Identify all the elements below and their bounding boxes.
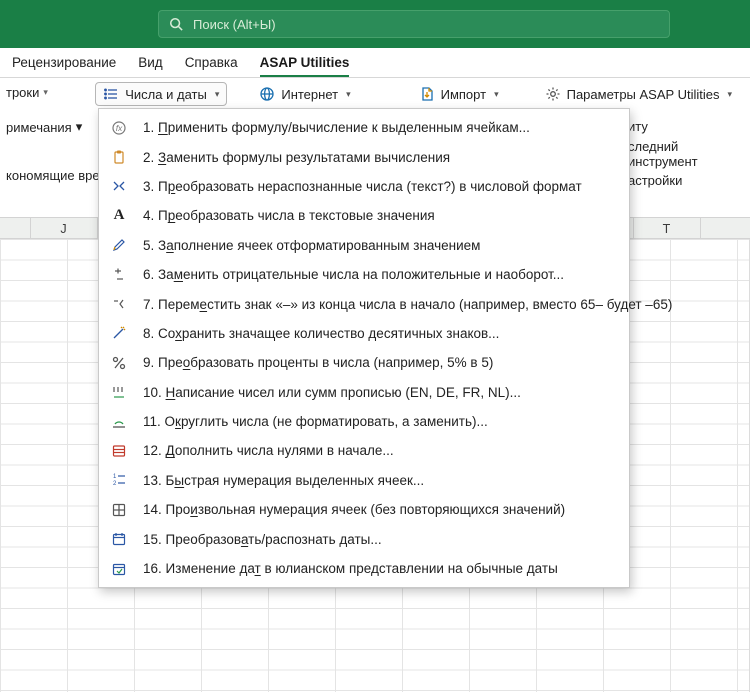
menu-item-7[interactable]: 7. Переместить знак «–» из конца числа в… (99, 289, 629, 318)
search-placeholder: Поиск (Alt+Ы) (193, 17, 276, 32)
numbers-dates-menu: fx 1. Применить формулу/вычисление к выд… (98, 108, 630, 588)
menu-item-1[interactable]: fx 1. Применить формулу/вычисление к выд… (99, 113, 629, 142)
svg-text:1: 1 (113, 474, 117, 480)
chevron-down-icon: ▾ (727, 89, 732, 100)
tab-help[interactable]: Справка (185, 55, 238, 70)
gear-icon (545, 86, 561, 102)
wand-icon (109, 323, 129, 343)
search-icon (169, 17, 183, 31)
clipboard-icon (109, 147, 129, 167)
menu-item-6[interactable]: 6. Заменить отрицательные числа на полож… (99, 260, 629, 289)
chevron-down-icon: ▾ (76, 119, 83, 135)
tab-review[interactable]: Рецензирование (12, 55, 116, 70)
import-button[interactable]: Импорт ▾ (411, 82, 507, 106)
svg-text:2: 2 (113, 481, 117, 487)
settings-label: астройки (628, 166, 682, 194)
menu-item-12[interactable]: 12. Дополнить числа нулями в начале... (99, 436, 629, 465)
menu-item-10[interactable]: 10. Написание чисел или сумм прописью (E… (99, 378, 629, 407)
col-j[interactable]: J (31, 218, 98, 238)
rows-button[interactable]: троки▾ (0, 78, 98, 106)
menu-item-5[interactable]: 5. Заполнение ячеек отформатированным зн… (99, 231, 629, 260)
menu-item-16[interactable]: 16. Изменение дат в юлианском представле… (99, 554, 629, 583)
col-t[interactable]: T (634, 218, 701, 238)
itu-label: иту (628, 112, 648, 140)
chevron-down-icon: ▾ (346, 89, 351, 100)
internet-button[interactable]: Интернет ▾ (251, 82, 358, 106)
percent-icon (109, 353, 129, 373)
calendar-convert-icon (109, 559, 129, 579)
chevron-down-icon: ▾ (215, 89, 220, 100)
chevron-down-icon: ▾ (494, 89, 499, 100)
menu-item-3[interactable]: 3. Преобразовать нераспознанные числа (т… (99, 172, 629, 201)
ribbon-commands: Числа и даты ▾ Интернет ▾ Импорт ▾ Парам… (0, 78, 750, 108)
menu-item-9[interactable]: 9. Преобразовать проценты в числа (напри… (99, 348, 629, 377)
ribbon-tabs: Рецензирование Вид Справка ASAP Utilitie… (0, 48, 750, 78)
svg-text:fx: fx (116, 123, 123, 133)
chevron-down-icon: ▾ (43, 87, 48, 98)
tab-view[interactable]: Вид (138, 55, 162, 70)
notes-button[interactable]: римечания▾ (0, 112, 82, 142)
number-list-icon: 12 (109, 470, 129, 490)
titlebar: Поиск (Alt+Ы) (0, 0, 750, 48)
pad-zero-icon (109, 441, 129, 461)
menu-item-15[interactable]: 15. Преобразовать/распознать даты... (99, 524, 629, 553)
numbers-dates-button[interactable]: Числа и даты ▾ (95, 82, 227, 106)
last-tool-label: следний инструмент (628, 140, 750, 168)
globe-icon (259, 86, 275, 102)
spell-icon (109, 382, 129, 402)
search-input[interactable]: Поиск (Alt+Ы) (158, 10, 670, 38)
menu-item-8[interactable]: 8. Сохранить значащее количество десятич… (99, 319, 629, 348)
formula-icon: fx (109, 118, 129, 138)
brush-icon (109, 235, 129, 255)
menu-item-13[interactable]: 12 13. Быстрая нумерация выделенных ячее… (99, 466, 629, 495)
menu-item-2[interactable]: 2. Заменить формулы результатами вычисле… (99, 142, 629, 171)
menu-item-11[interactable]: 11. Округлить числа (не форматировать, а… (99, 407, 629, 436)
unique-number-icon (109, 500, 129, 520)
round-icon (109, 412, 129, 432)
calendar-icon (109, 529, 129, 549)
tab-asap-utilities[interactable]: ASAP Utilities (260, 55, 350, 77)
asap-params-button[interactable]: Параметры ASAP Utilities ▾ (537, 82, 740, 106)
text-icon: A (109, 206, 129, 226)
move-sign-icon (109, 294, 129, 314)
plusminus-icon (109, 265, 129, 285)
menu-item-4[interactable]: A 4. Преобразовать числа в текстовые зна… (99, 201, 629, 230)
list-icon (103, 86, 119, 102)
menu-item-14[interactable]: 14. Произвольная нумерация ячеек (без по… (99, 495, 629, 524)
left-commands: троки▾ (0, 78, 98, 106)
import-icon (419, 86, 435, 102)
convert-icon (109, 176, 129, 196)
